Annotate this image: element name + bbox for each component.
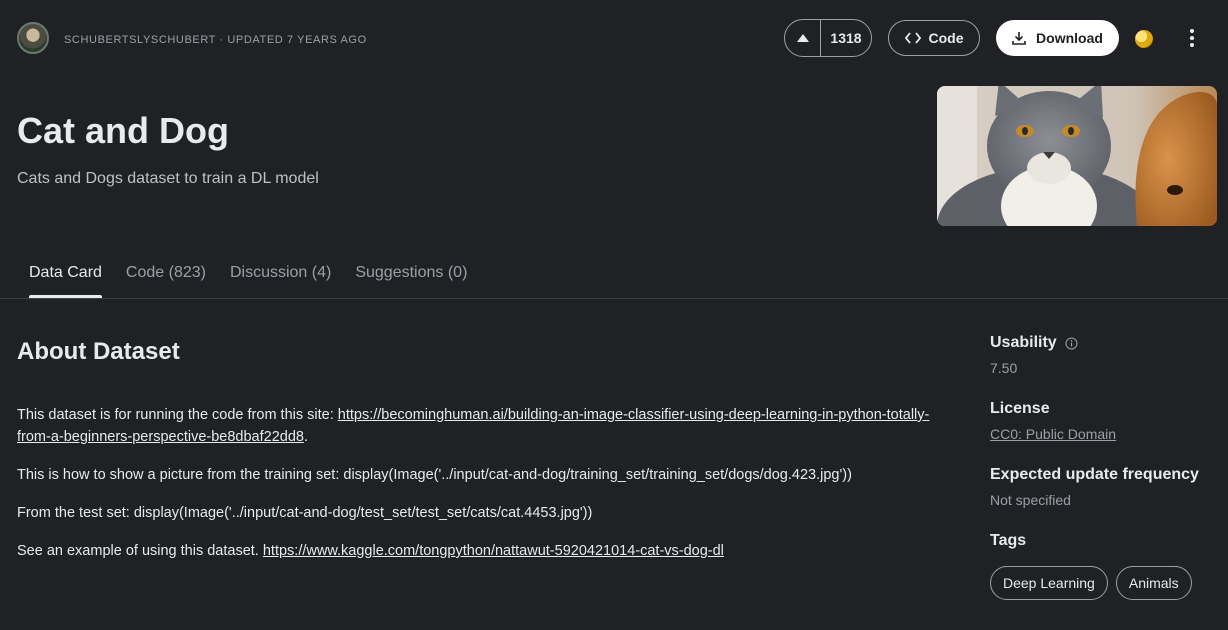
- usability-value: 7.50: [990, 360, 1018, 376]
- usability-section: Usability 7.50: [990, 334, 1220, 376]
- frequency-label: Expected update frequency: [990, 466, 1199, 483]
- download-button-label: Download: [1036, 30, 1103, 46]
- frequency-value: Not specified: [990, 492, 1071, 508]
- tag-chip[interactable]: Animals: [1115, 566, 1192, 600]
- metadata-sidebar: Usability 7.50 License CC0: Public Domai…: [990, 334, 1220, 624]
- medal-icon: [1135, 30, 1153, 48]
- code-button-label: Code: [928, 30, 964, 46]
- code-button[interactable]: Code: [888, 20, 980, 56]
- about-paragraph: From the test set: display(Image('../inp…: [17, 505, 593, 521]
- tab-suggestions[interactable]: Suggestions (0): [343, 258, 479, 299]
- about-text: This dataset is for running the code fro…: [17, 407, 338, 423]
- about-paragraph: This is how to show a picture from the t…: [17, 467, 852, 483]
- tab-data-card[interactable]: Data Card: [17, 258, 114, 299]
- frequency-section: Expected update frequency Not specified: [990, 466, 1220, 508]
- tags-label: Tags: [990, 532, 1027, 549]
- tag-chip[interactable]: Deep Learning: [990, 566, 1108, 600]
- license-section: License CC0: Public Domain: [990, 400, 1220, 442]
- vote-count: 1318: [830, 30, 862, 46]
- usability-label: Usability: [990, 334, 1220, 352]
- license-value-wrap: CC0: Public Domain: [990, 426, 1220, 442]
- tab-code[interactable]: Code (823): [114, 258, 218, 299]
- about-text: .: [303, 429, 308, 445]
- about-heading: About Dataset: [17, 338, 180, 365]
- about-paragraph: This dataset is for running the code fro…: [17, 404, 937, 448]
- owner-byline: SCHUBERTSLYSCHUBERT · UPDATED 7 YEARS AG…: [64, 34, 367, 46]
- tab-discussion[interactable]: Discussion (4): [218, 258, 343, 299]
- download-button[interactable]: Download: [996, 20, 1119, 56]
- upvote-button[interactable]: [785, 20, 821, 56]
- license-label: License: [990, 400, 1050, 417]
- upvote-group: 1318: [784, 19, 872, 57]
- dataset-cover-image: [937, 86, 1217, 226]
- more-vert-icon[interactable]: [1180, 26, 1204, 50]
- tags-list: Deep Learning Animals: [990, 566, 1220, 600]
- dataset-subtitle: Cats and Dogs dataset to train a DL mode…: [17, 170, 319, 187]
- code-icon: [904, 32, 921, 44]
- dataset-title: Cat and Dog: [17, 110, 229, 151]
- download-icon: [1012, 32, 1026, 45]
- tags-section: Tags Deep Learning Animals: [990, 532, 1220, 600]
- top-bar: SCHUBERTSLYSCHUBERT · UPDATED 7 YEARS AG…: [0, 0, 1228, 78]
- info-icon[interactable]: [1065, 337, 1078, 350]
- tab-bar: Data Card Code (823) Discussion (4) Sugg…: [17, 258, 479, 299]
- about-body: This dataset is for running the code fro…: [17, 404, 937, 578]
- license-link[interactable]: CC0: Public Domain: [990, 426, 1116, 442]
- tabs-divider: [0, 298, 1228, 299]
- about-text: See an example of using this dataset.: [17, 543, 263, 559]
- example-notebook-link[interactable]: https://www.kaggle.com/tongpython/nattaw…: [263, 543, 724, 559]
- avatar[interactable]: [17, 22, 49, 54]
- arrow-up-icon: [796, 34, 809, 42]
- about-paragraph: See an example of using this dataset. ht…: [17, 540, 937, 562]
- usability-label-text: Usability: [990, 334, 1057, 351]
- cat-dog-photo: [937, 86, 1217, 226]
